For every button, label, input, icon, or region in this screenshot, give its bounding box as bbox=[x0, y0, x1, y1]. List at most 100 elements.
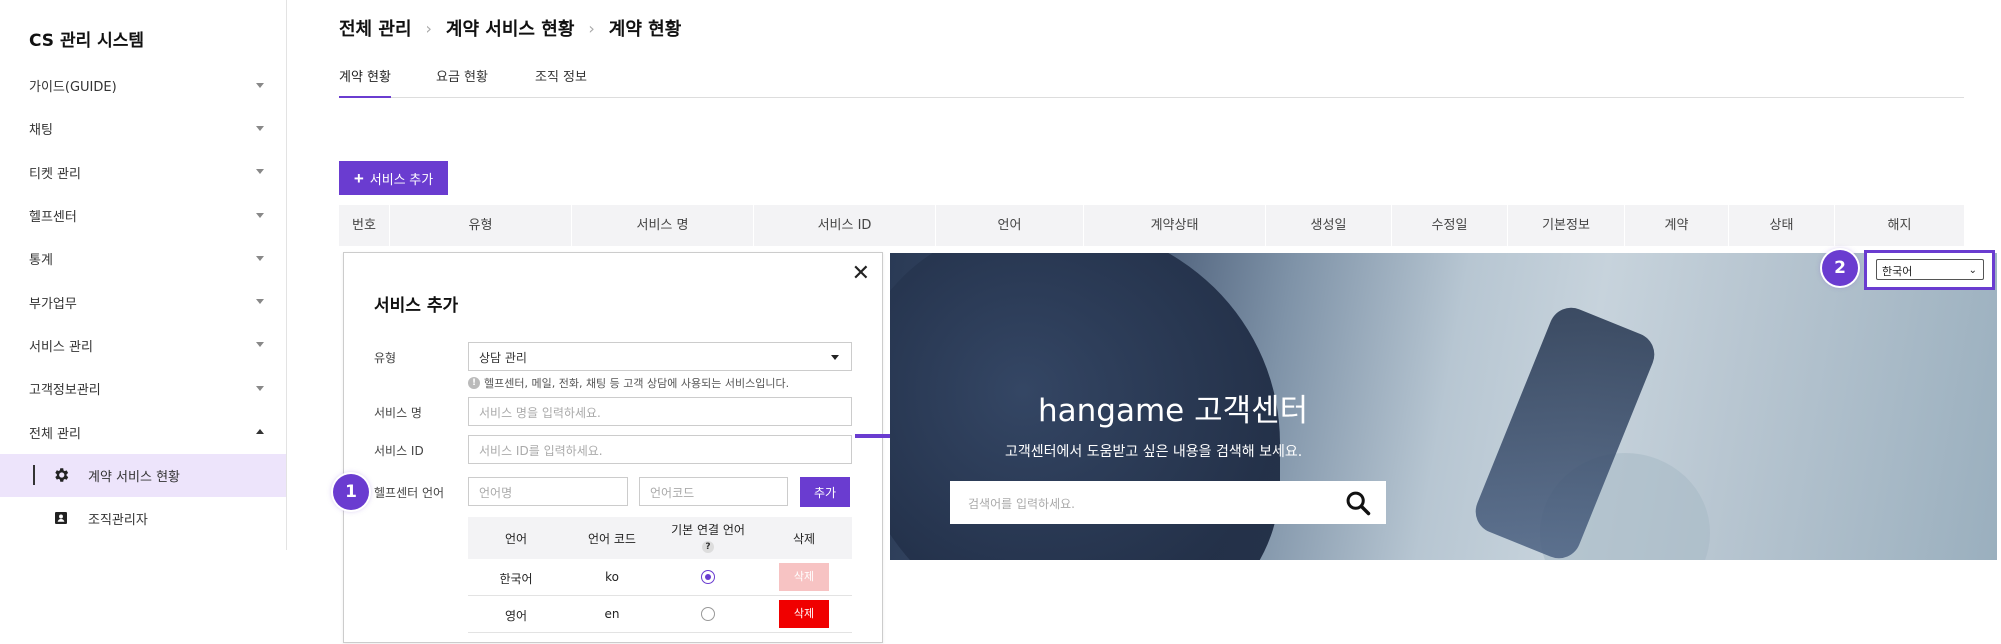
language-select[interactable]: 한국어 ⌄ bbox=[1876, 259, 1984, 280]
chevron-down-icon bbox=[256, 82, 264, 88]
column-header: 계약상태 bbox=[1084, 205, 1266, 246]
app-title: CS 관리 시스템 bbox=[29, 31, 145, 51]
info-icon: ! bbox=[468, 377, 480, 389]
sidebar: CS 관리 시스템 가이드(GUIDE) 채팅 티켓 관리 헬프센터 통계 부가… bbox=[0, 0, 287, 550]
breadcrumb: 전체 관리 › 계약 서비스 현황 › 계약 현황 bbox=[339, 15, 681, 41]
help-icon[interactable]: ? bbox=[702, 541, 714, 553]
language-name-input[interactable]: 언어명 bbox=[468, 477, 628, 506]
service-id-placeholder: 서비스 ID를 입력하세요. bbox=[479, 444, 603, 458]
add-service-label: 서비스 추가 bbox=[369, 171, 434, 187]
language-code-input[interactable]: 언어코드 bbox=[639, 477, 788, 506]
tab-billing[interactable]: 요금 현황 bbox=[436, 66, 488, 98]
column-header: 계약 bbox=[1625, 205, 1729, 246]
add-service-dialog: ✕ 서비스 추가 유형 상담 관리 ! 헬프센터, 메일, 전화, 채팅 등 고… bbox=[343, 252, 883, 643]
delete-cell: 삭제 bbox=[756, 600, 852, 628]
column-header: 생성일 bbox=[1266, 205, 1392, 246]
language-code-cell: ko bbox=[605, 570, 619, 584]
add-language-button[interactable]: 추가 bbox=[800, 477, 850, 507]
column-header: 언어 bbox=[504, 532, 528, 546]
sidebar-item-label: 헬프센터 bbox=[29, 210, 77, 226]
sidebar-subitem-contract[interactable]: 계약 서비스 현황 bbox=[0, 453, 286, 497]
language-select-value: 한국어 bbox=[1882, 265, 1913, 278]
sidebar-subitem-org-admin[interactable]: 조직관리자 bbox=[0, 497, 286, 540]
gear-icon bbox=[55, 467, 69, 482]
default-language-header: 기본 연결 언어 bbox=[671, 523, 745, 537]
chevron-right-icon: › bbox=[588, 18, 595, 38]
hero-title: hangame 고객센터 bbox=[1038, 393, 1309, 429]
service-id-input[interactable]: 서비스 ID를 입력하세요. bbox=[468, 435, 852, 464]
column-header: 서비스 명 bbox=[572, 205, 754, 246]
close-icon[interactable]: ✕ bbox=[852, 261, 870, 286]
tab-contract[interactable]: 계약 현황 bbox=[339, 66, 391, 98]
breadcrumb-item[interactable]: 계약 서비스 현황 bbox=[446, 15, 574, 41]
type-select-value: 상담 관리 bbox=[479, 351, 527, 365]
id-card-icon bbox=[55, 511, 67, 524]
sidebar-item-ticket[interactable]: 티켓 관리 bbox=[0, 151, 286, 194]
column-header: 수정일 bbox=[1392, 205, 1508, 246]
default-language-cell bbox=[660, 569, 756, 588]
sidebar-subitem-label: 계약 서비스 현황 bbox=[88, 469, 180, 485]
column-header: 기본정보 bbox=[1508, 205, 1625, 246]
helpcenter-language-label: 헬프센터 언어 bbox=[374, 486, 445, 500]
sidebar-item-guide[interactable]: 가이드(GUIDE) bbox=[0, 64, 286, 107]
sidebar-item-service[interactable]: 서비스 관리 bbox=[0, 324, 286, 367]
column-header: 언어 코드 bbox=[588, 532, 636, 546]
sidebar-item-label: 가이드(GUIDE) bbox=[29, 80, 117, 96]
hero-search-placeholder: 검색어를 입력하세요. bbox=[968, 497, 1075, 511]
chevron-down-icon: ⌄ bbox=[1968, 265, 1977, 276]
sidebar-item-label: 채팅 bbox=[29, 123, 53, 139]
tab-org-info[interactable]: 조직 정보 bbox=[535, 66, 587, 98]
type-hint: ! 헬프센터, 메일, 전화, 채팅 등 고객 상담에 사용되는 서비스입니다. bbox=[468, 375, 789, 391]
chevron-down-icon bbox=[256, 299, 264, 305]
add-service-button[interactable]: + 서비스 추가 bbox=[339, 161, 448, 195]
column-header: 상태 bbox=[1729, 205, 1835, 246]
type-label: 유형 bbox=[374, 351, 397, 365]
service-name-input[interactable]: 서비스 명을 입력하세요. bbox=[468, 397, 852, 426]
breadcrumb-item: 계약 현황 bbox=[608, 19, 682, 40]
column-header: 번호 bbox=[339, 205, 390, 246]
language-name-placeholder: 언어명 bbox=[479, 486, 513, 500]
sidebar-item-chat[interactable]: 채팅 bbox=[0, 107, 286, 150]
chevron-down-icon bbox=[256, 169, 264, 175]
chevron-down-icon bbox=[256, 385, 264, 391]
language-select-highlight: 한국어 ⌄ bbox=[1864, 250, 1995, 290]
type-select[interactable]: 상담 관리 bbox=[468, 342, 852, 371]
search-icon[interactable] bbox=[1344, 489, 1372, 517]
language-table-header: 언어 언어 코드 기본 연결 언어 ? 삭제 bbox=[468, 517, 852, 559]
sidebar-item-extra[interactable]: 부가업무 bbox=[0, 280, 286, 323]
step-marker-2: 2 bbox=[1822, 250, 1858, 286]
type-hint-text: 헬프센터, 메일, 전화, 채팅 등 고객 상담에 사용되는 서비스입니다. bbox=[484, 377, 790, 390]
language-code-cell: en bbox=[604, 607, 620, 621]
column-header: 삭제 bbox=[792, 532, 816, 546]
service-id-label: 서비스 ID bbox=[374, 444, 424, 458]
sidebar-item-label: 전체 관리 bbox=[29, 426, 81, 442]
tab-bar: 계약 현황 요금 현황 조직 정보 bbox=[339, 62, 1964, 98]
column-header: 기본 연결 언어 ? bbox=[660, 521, 756, 553]
column-header: 유형 bbox=[390, 205, 572, 246]
sidebar-item-helpcenter[interactable]: 헬프센터 bbox=[0, 194, 286, 237]
step-marker-1: 1 bbox=[333, 474, 369, 510]
delete-button[interactable]: 삭제 bbox=[779, 600, 829, 628]
sidebar-item-label: 통계 bbox=[29, 253, 53, 269]
sidebar-item-stats[interactable]: 통계 bbox=[0, 237, 286, 280]
chevron-down-icon bbox=[256, 342, 264, 348]
chevron-down-icon bbox=[256, 212, 264, 218]
helpcenter-preview: hangame 고객센터 고객센터에서 도움받고 싶은 내용을 검색해 보세요.… bbox=[890, 253, 1997, 560]
default-language-radio[interactable] bbox=[701, 607, 715, 621]
column-header: 언어 bbox=[936, 205, 1084, 246]
default-language-radio[interactable] bbox=[701, 570, 715, 584]
service-name-label: 서비스 명 bbox=[374, 406, 422, 420]
breadcrumb-item[interactable]: 전체 관리 bbox=[339, 15, 412, 41]
delete-cell: 삭제 bbox=[756, 563, 852, 591]
table-row: 한국어 ko 삭제 bbox=[468, 559, 852, 596]
hero-search-input[interactable]: 검색어를 입력하세요. bbox=[950, 481, 1386, 524]
sidebar-item-label: 티켓 관리 bbox=[29, 166, 81, 182]
active-indicator bbox=[33, 464, 35, 485]
sidebar-item-admin[interactable]: 전체 관리 bbox=[0, 410, 286, 453]
chevron-up-icon bbox=[256, 429, 264, 435]
chevron-right-icon: › bbox=[425, 18, 432, 38]
sidebar-item-customer[interactable]: 고객정보관리 bbox=[0, 367, 286, 410]
delete-button: 삭제 bbox=[779, 563, 829, 591]
language-code-placeholder: 언어코드 bbox=[650, 486, 695, 500]
table-row: 영어 en 삭제 bbox=[468, 596, 852, 633]
